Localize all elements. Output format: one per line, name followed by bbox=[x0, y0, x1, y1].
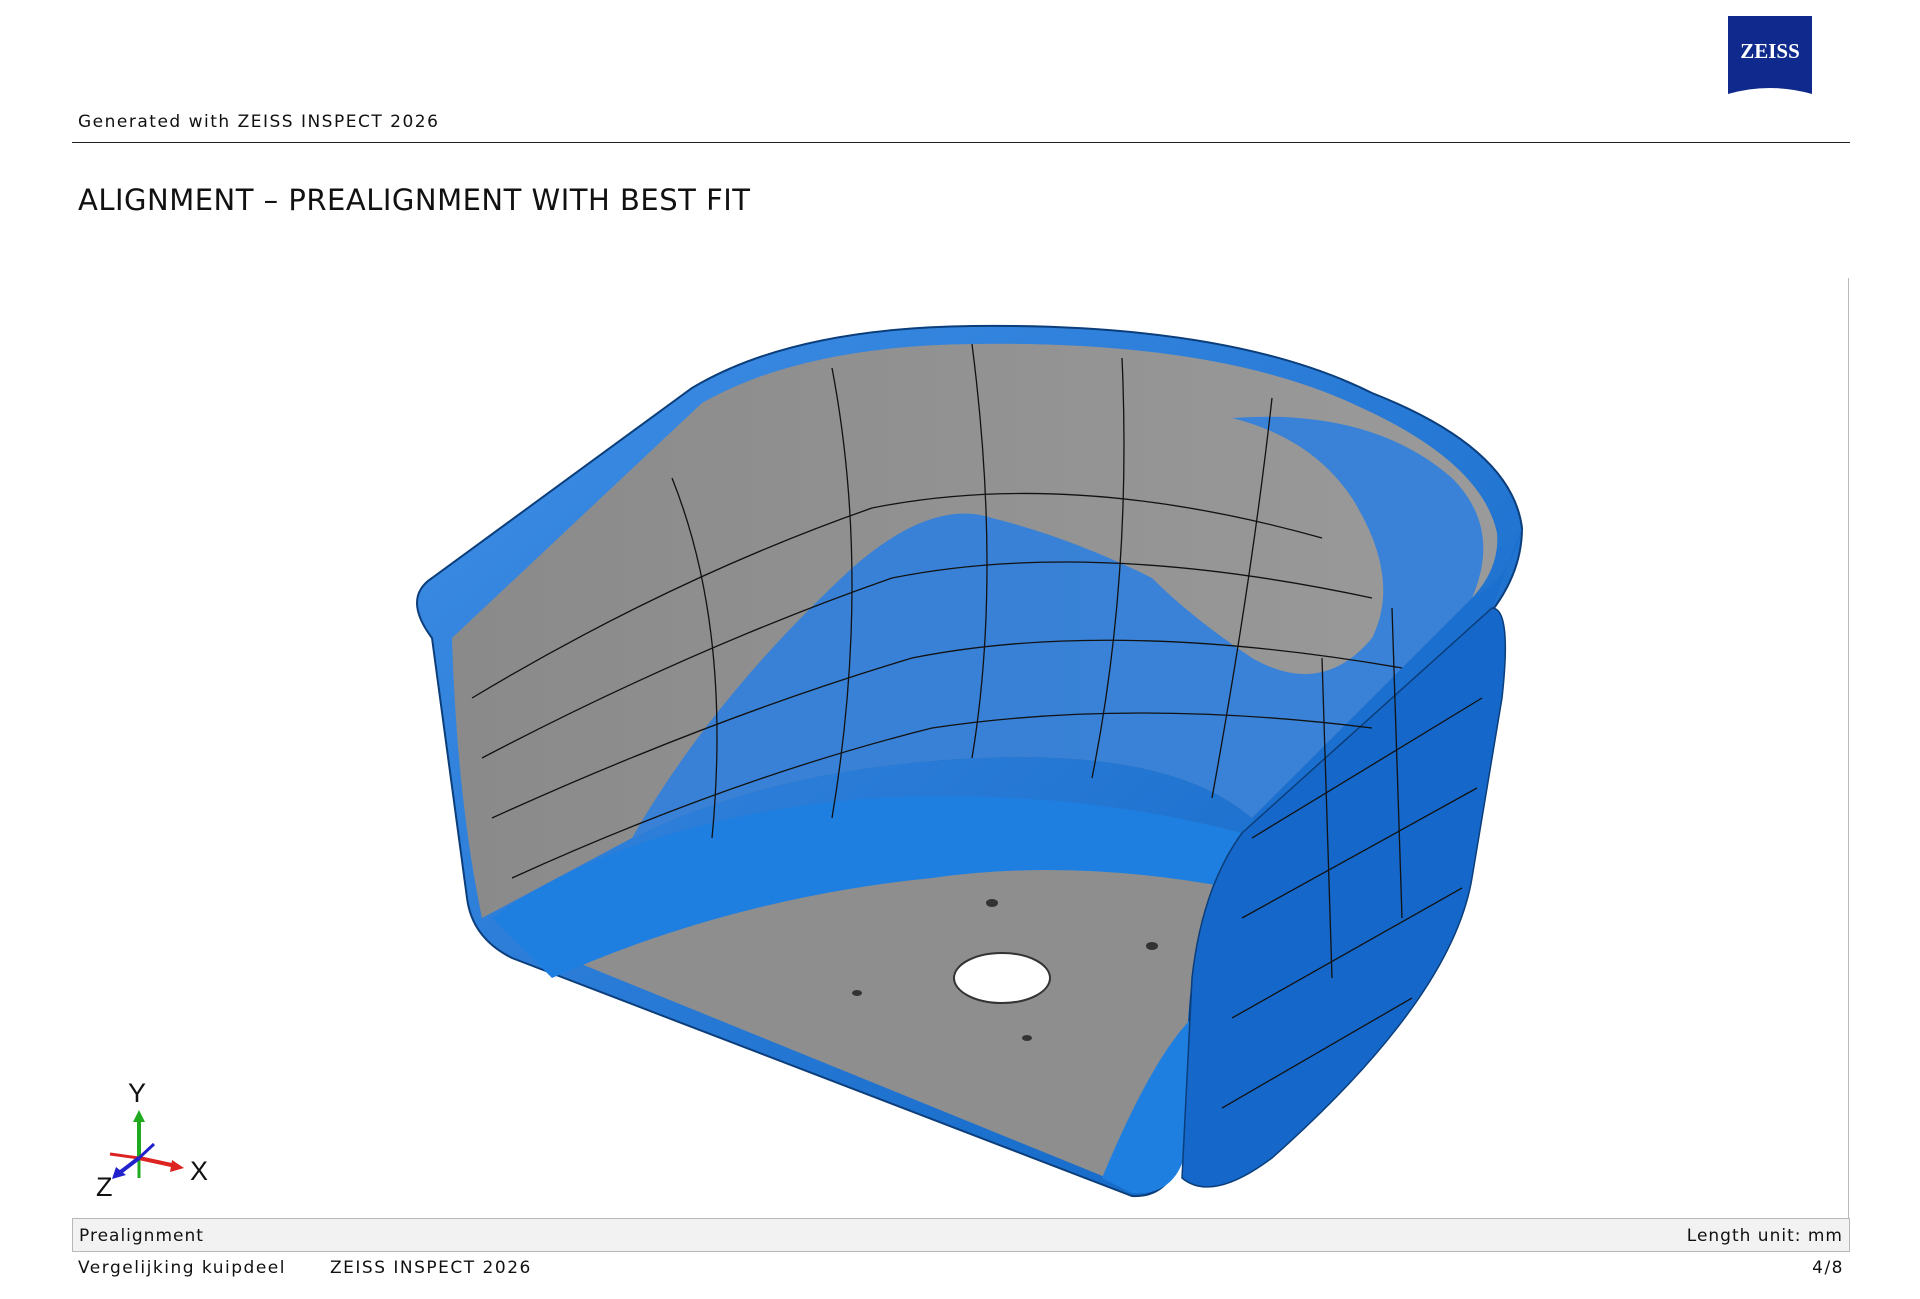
3d-viewport[interactable] bbox=[72, 278, 1850, 1219]
axis-label-z: Z bbox=[96, 1172, 113, 1200]
zeiss-logo: ZEISS bbox=[1728, 16, 1812, 94]
center-hole bbox=[953, 952, 1051, 1004]
mounting-hole bbox=[852, 990, 862, 996]
axis-label-x: X bbox=[190, 1156, 208, 1186]
footer-project-name: Vergelijking kuipdeel bbox=[78, 1258, 286, 1278]
mounting-hole bbox=[1146, 942, 1158, 950]
footer-software: ZEISS INSPECT 2026 bbox=[330, 1258, 532, 1278]
coordinate-axes-gizmo: Y X Z bbox=[96, 1080, 208, 1200]
generated-with-text: Generated with ZEISS INSPECT 2026 bbox=[78, 112, 440, 132]
page-title: ALIGNMENT – PREALIGNMENT WITH BEST FIT bbox=[78, 183, 751, 217]
caption-bar: Prealignment Length unit: mm bbox=[72, 1218, 1850, 1252]
header-divider bbox=[72, 142, 1850, 143]
axis-label-y: Y bbox=[128, 1080, 146, 1108]
caption-label: Prealignment bbox=[79, 1226, 204, 1246]
mounting-hole bbox=[986, 899, 998, 907]
viewport-border bbox=[1848, 278, 1849, 1219]
logo-text: ZEISS bbox=[1740, 39, 1800, 63]
page-number: 4/8 bbox=[1812, 1258, 1844, 1278]
mounting-hole bbox=[1022, 1035, 1032, 1041]
length-unit-label: Length unit: mm bbox=[1686, 1226, 1843, 1246]
